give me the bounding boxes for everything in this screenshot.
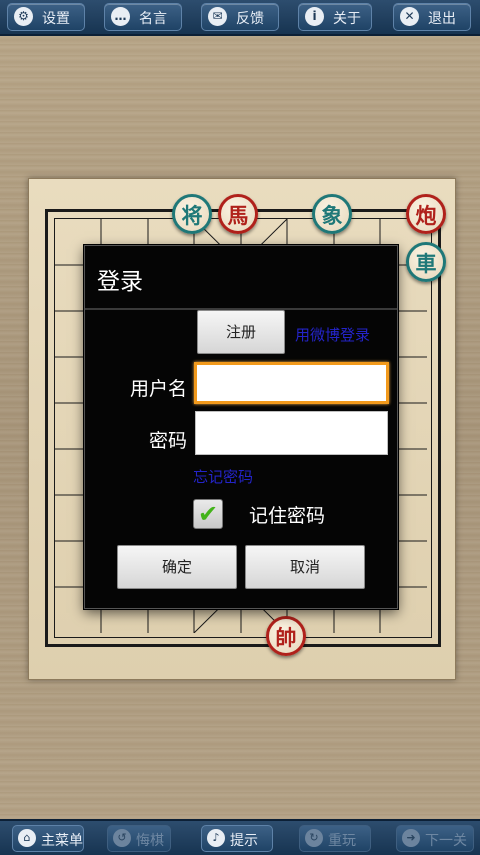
next-level-button[interactable]: ➜ 下一关 bbox=[396, 825, 474, 852]
close-icon: ✕ bbox=[400, 7, 419, 26]
password-input[interactable] bbox=[195, 411, 388, 455]
checkmark-icon: ✔ bbox=[197, 500, 219, 528]
password-label: 密码 bbox=[148, 430, 187, 452]
speech-bubble-icon: … bbox=[111, 7, 130, 26]
envelope-icon: ✉ bbox=[208, 7, 227, 26]
login-dialog: 登录 注册 用微博登录 用户名 密码 忘记密码 ✔ 记住密码 确定 取消 bbox=[84, 245, 398, 609]
home-icon: ⌂ bbox=[18, 829, 36, 847]
bottom-toolbar: ⌂ 主菜单 ↺ 悔棋 ♪ 提示 ↻ 重玩 ➜ 下一关 bbox=[0, 819, 480, 855]
register-button[interactable]: 注册 bbox=[197, 310, 285, 354]
username-input[interactable] bbox=[194, 362, 389, 404]
refresh-icon: ↻ bbox=[305, 829, 323, 847]
undo-icon: ↺ bbox=[113, 829, 131, 847]
info-icon: i bbox=[305, 7, 324, 26]
arrow-right-icon: ➜ bbox=[402, 829, 420, 847]
quotes-button[interactable]: … 名言 bbox=[104, 3, 182, 31]
piece-green-general[interactable]: 将 bbox=[172, 194, 212, 234]
dialog-title: 登录 bbox=[97, 269, 143, 295]
piece-red-marshal[interactable]: 帥 bbox=[266, 616, 306, 656]
confirm-button[interactable]: 确定 bbox=[117, 545, 237, 589]
about-button[interactable]: i 关于 bbox=[298, 3, 372, 31]
piece-red-horse[interactable]: 馬 bbox=[218, 194, 258, 234]
top-toolbar: ⚙ 设置 … 名言 ✉ 反馈 i 关于 ✕ 退出 bbox=[0, 0, 480, 36]
piece-green-chariot[interactable]: 車 bbox=[406, 242, 446, 282]
settings-button[interactable]: ⚙ 设置 bbox=[7, 3, 85, 31]
username-label: 用户名 bbox=[129, 378, 187, 400]
piece-green-elephant[interactable]: 象 bbox=[312, 194, 352, 234]
gear-icon: ⚙ bbox=[14, 7, 33, 26]
cancel-button[interactable]: 取消 bbox=[245, 545, 365, 589]
main-menu-button[interactable]: ⌂ 主菜单 bbox=[12, 825, 84, 852]
hint-button[interactable]: ♪ 提示 bbox=[201, 825, 273, 852]
restart-button[interactable]: ↻ 重玩 bbox=[299, 825, 371, 852]
exit-button[interactable]: ✕ 退出 bbox=[393, 3, 471, 31]
feedback-button[interactable]: ✉ 反馈 bbox=[201, 3, 279, 31]
forgot-password-link[interactable]: 忘记密码 bbox=[193, 466, 253, 487]
remember-password-checkbox[interactable]: ✔ bbox=[193, 499, 223, 529]
weibo-login-link[interactable]: 用微博登录 bbox=[295, 324, 370, 345]
remember-password-label: 记住密码 bbox=[249, 505, 326, 527]
bell-icon: ♪ bbox=[207, 829, 225, 847]
piece-red-cannon[interactable]: 炮 bbox=[406, 194, 446, 234]
undo-button[interactable]: ↺ 悔棋 bbox=[107, 825, 171, 852]
